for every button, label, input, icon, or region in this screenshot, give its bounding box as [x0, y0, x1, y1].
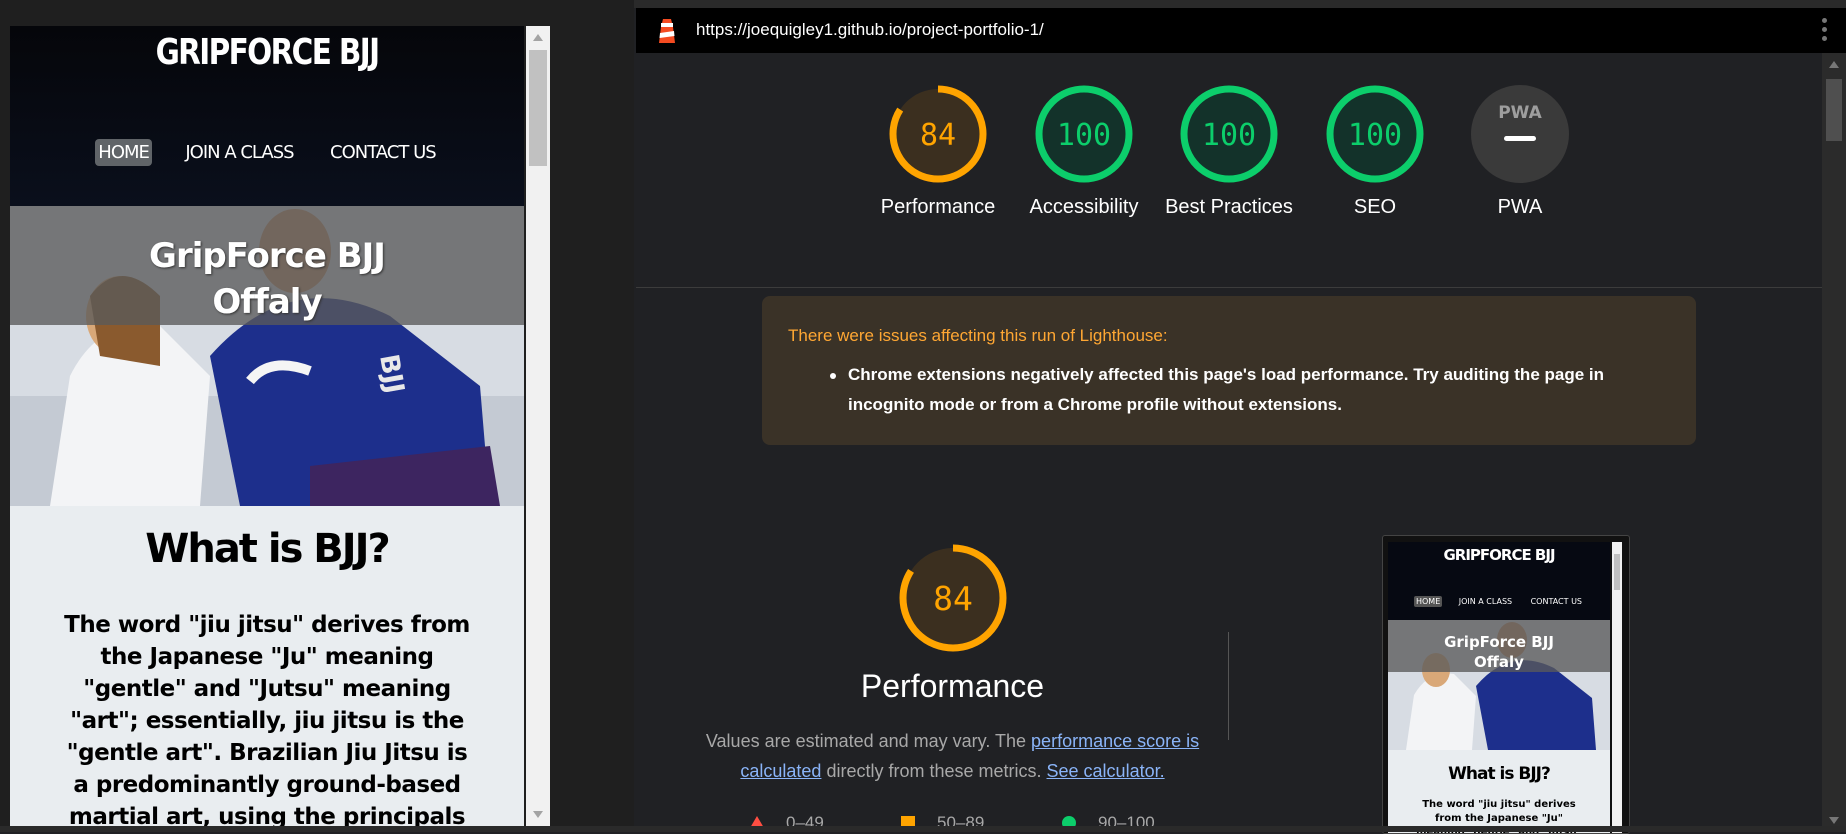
gauges-divider [636, 287, 1822, 288]
perf-desc-middle: directly from these metrics. [821, 761, 1047, 781]
thumb-hero-line2: Offaly [1474, 653, 1524, 671]
seo-gauge-icon: 100 [1326, 85, 1424, 183]
report-scroll-down-icon[interactable] [1829, 817, 1839, 824]
run-warnings-title: There were issues affecting this run of … [788, 326, 1168, 345]
performance-description: Values are estimated and may vary. The p… [705, 726, 1200, 786]
svg-text:100: 100 [1348, 118, 1402, 153]
gauge-performance[interactable]: 84 Performance [873, 84, 1003, 222]
run-warnings-box: There were issues affecting this run of … [762, 296, 1696, 445]
run-warning-item: Chrome extensions negatively affected th… [848, 365, 1605, 414]
hero-section: BJJ GripForce BJJ Offaly [10, 206, 524, 506]
svg-text:PWA: PWA [1498, 103, 1542, 123]
thumb-header: GRIPFORCE BJJ HOME JOIN A CLASS CONTACT … [1388, 542, 1610, 620]
thumb-nav: HOME JOIN A CLASS CONTACT US [1388, 591, 1610, 609]
gauge-label-best-practices: Best Practices [1165, 196, 1293, 218]
hero-title: GripForce BJJ Offaly [10, 233, 524, 325]
more-options-icon[interactable] [1822, 18, 1828, 45]
nav-link-home[interactable]: HOME [95, 139, 152, 166]
thumb-hero-line1: GripForce BJJ [1444, 633, 1554, 651]
lighthouse-logo-icon [659, 19, 675, 43]
gauge-pwa[interactable]: PWA PWA [1455, 84, 1585, 222]
report-scrollbar[interactable] [1822, 53, 1846, 832]
report-url-bar: https://joequigley1.github.io/project-po… [636, 8, 1846, 53]
thumbnail-screen: GRIPFORCE BJJ HOME JOIN A CLASS CONTACT … [1388, 542, 1610, 833]
best-practices-gauge-icon: 100 [1180, 85, 1278, 183]
svg-text:84: 84 [933, 579, 973, 618]
nav-link-contact-us[interactable]: CONTACT US [327, 139, 439, 166]
thumb-scrollbar-thumb [1614, 554, 1620, 590]
site-viewport[interactable]: GRIPFORCE BJJ HOME JOIN A CLASS CONTACT … [10, 26, 524, 826]
scroll-down-icon[interactable] [533, 811, 543, 818]
gauge-label-seo: SEO [1353, 196, 1397, 218]
hero-title-line2: Offaly [212, 282, 322, 322]
thumb-scrollbar [1612, 542, 1622, 833]
gauge-label-pwa: PWA [1497, 196, 1543, 218]
gauge-label-accessibility: Accessibility [1029, 196, 1139, 218]
perf-desc-prefix: Values are estimated and may vary. The [705, 731, 1032, 751]
thumb-nav-contact: CONTACT US [1530, 597, 1583, 606]
window-top-edge [634, 0, 1846, 8]
window-bottom-edge [0, 826, 1846, 832]
thumb-hero-title: GripForce BJJ Offaly [1388, 632, 1610, 672]
section-heading: What is BJJ? [145, 526, 391, 572]
thumb-brand: GRIPFORCE BJJ [1443, 546, 1555, 564]
performance-large-gauge-icon[interactable]: 84 [898, 543, 1008, 653]
site-nav: HOME JOIN A CLASS CONTACT US [10, 139, 524, 166]
see-calculator-link[interactable]: See calculator. [1047, 761, 1165, 781]
thumb-heading: What is BJJ? [1448, 764, 1551, 784]
scroll-up-icon[interactable] [533, 34, 543, 41]
hero-title-line1: GripForce BJJ [149, 236, 386, 276]
svg-text:100: 100 [1202, 118, 1256, 153]
section-divider [1228, 632, 1229, 740]
nav-link-join-a-class[interactable]: JOIN A CLASS [182, 139, 296, 166]
report-scroll-up-icon[interactable] [1829, 61, 1839, 68]
gauge-label-performance: Performance [880, 196, 996, 218]
bullet-icon [830, 373, 836, 379]
report-scrollbar-thumb[interactable] [1826, 79, 1842, 141]
final-screenshot-thumbnail[interactable]: GRIPFORCE BJJ HOME JOIN A CLASS CONTACT … [1382, 535, 1630, 834]
thumb-hero: GripForce BJJ Offaly [1388, 620, 1610, 750]
thumb-nav-join: JOIN A CLASS [1458, 597, 1513, 606]
gauge-accessibility[interactable]: 100 Accessibility [1019, 84, 1149, 222]
scrollbar-thumb[interactable] [529, 50, 547, 166]
site-scrollbar[interactable] [526, 26, 550, 826]
report-url[interactable]: https://joequigley1.github.io/project-po… [696, 20, 1044, 40]
accessibility-gauge-icon: 100 [1035, 85, 1133, 183]
site-header: GRIPFORCE BJJ HOME JOIN A CLASS CONTACT … [10, 26, 524, 206]
svg-text:100: 100 [1057, 118, 1111, 153]
thumb-nav-home: HOME [1413, 596, 1443, 607]
pwa-badge-icon: PWA [1471, 85, 1569, 183]
site-brand[interactable]: GRIPFORCE BJJ [56, 32, 477, 73]
gauge-best-practices[interactable]: 100 Best Practices [1164, 84, 1294, 222]
performance-gauge-icon: 84 [889, 85, 987, 183]
svg-text:84: 84 [920, 118, 956, 153]
gauge-seo[interactable]: 100 SEO [1310, 84, 1440, 222]
section-body: The word "jiu jitsu" derives from the Ja… [64, 612, 470, 826]
performance-heading: Performance [860, 668, 1045, 704]
